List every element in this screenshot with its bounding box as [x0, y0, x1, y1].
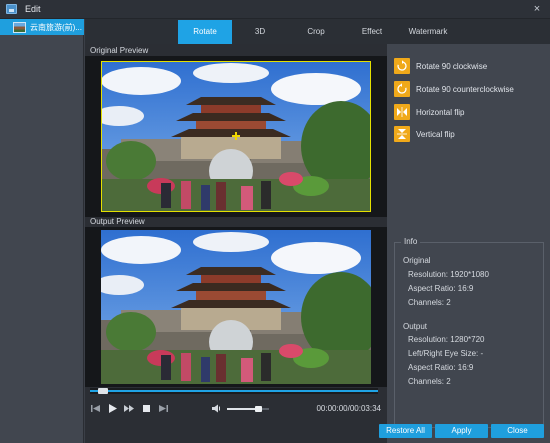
app-icon [6, 4, 17, 14]
output-preview-image [101, 230, 371, 384]
rotate-options-panel: Rotate 90 clockwise Rotate 90 counterclo… [387, 44, 550, 443]
tab-rotate[interactable]: Rotate [178, 20, 232, 44]
horizontal-flip-icon [394, 104, 410, 120]
tab-3d[interactable]: 3D [232, 20, 288, 44]
rotate-clockwise-button[interactable]: Rotate 90 clockwise [394, 58, 487, 74]
vertical-flip-label: Vertical flip [416, 129, 455, 139]
progress-handle[interactable] [98, 388, 108, 394]
restore-all-button[interactable]: Restore All [379, 424, 432, 438]
volume-handle[interactable] [255, 406, 262, 412]
stop-icon[interactable] [141, 403, 152, 414]
file-name: 云南旅游(前)... [30, 22, 82, 32]
apply-button[interactable]: Apply [435, 424, 488, 438]
playback-progress-bar[interactable] [90, 388, 378, 394]
output-preview-pane [85, 227, 387, 387]
progress-fill [90, 390, 378, 392]
output-preview-label: Output Preview [90, 217, 145, 226]
original-channels: Channels: 2 [408, 298, 451, 307]
info-legend: Info [401, 237, 421, 246]
fast-forward-icon[interactable] [124, 403, 135, 414]
info-panel: Info Original Resolution: 1920*1080 Aspe… [394, 237, 544, 428]
rotate-clockwise-label: Rotate 90 clockwise [416, 61, 488, 71]
output-eye-size: Left/Right Eye Size: - [408, 349, 484, 358]
title-bar: Edit × [0, 0, 550, 19]
preview-area: Original Preview Output Preview 00:00:00… [85, 44, 387, 443]
next-frame-icon[interactable] [158, 403, 169, 414]
original-preview-pane [85, 56, 387, 217]
original-preview-image [101, 61, 371, 212]
tab-watermark[interactable]: Watermark [400, 20, 456, 44]
output-aspect-ratio: Aspect Ratio: 16:9 [408, 363, 474, 372]
rotate-clockwise-icon [394, 58, 410, 74]
file-list-item[interactable]: 云南旅游(前)... [0, 19, 84, 35]
previous-frame-icon[interactable] [90, 403, 101, 414]
volume-slider[interactable] [227, 406, 269, 412]
rotate-counterclockwise-button[interactable]: Rotate 90 counterclockwise [394, 81, 514, 97]
close-icon[interactable]: × [531, 3, 543, 15]
horizontal-flip-label: Horizontal flip [416, 107, 465, 117]
tab-effect[interactable]: Effect [344, 20, 400, 44]
vertical-flip-button[interactable]: Vertical flip [394, 126, 455, 142]
file-list-panel: 云南旅游(前)... [0, 19, 84, 443]
volume-icon[interactable] [211, 403, 222, 414]
original-heading: Original [403, 256, 431, 265]
rotate-counterclockwise-icon [394, 81, 410, 97]
tab-crop[interactable]: Crop [288, 20, 344, 44]
original-resolution: Resolution: 1920*1080 [408, 270, 489, 279]
output-heading: Output [403, 322, 428, 331]
close-button[interactable]: Close [491, 424, 544, 438]
play-icon[interactable] [107, 403, 118, 414]
output-resolution: Resolution: 1280*720 [408, 335, 485, 344]
original-preview-label: Original Preview [90, 46, 149, 55]
vertical-flip-icon [394, 126, 410, 142]
horizontal-flip-button[interactable]: Horizontal flip [394, 104, 464, 120]
rotate-counterclockwise-label: Rotate 90 counterclockwise [416, 84, 514, 94]
playback-controls: 00:00:00/00:03:34 [85, 399, 387, 419]
edit-tab-bar: Rotate 3D Crop Effect Watermark [85, 19, 550, 44]
video-thumbnail [13, 21, 26, 33]
output-channels: Channels: 2 [408, 377, 451, 386]
window-title: Edit [25, 4, 41, 14]
original-aspect-ratio: Aspect Ratio: 16:9 [408, 284, 474, 293]
timecode: 00:00:00/00:03:34 [316, 404, 381, 413]
